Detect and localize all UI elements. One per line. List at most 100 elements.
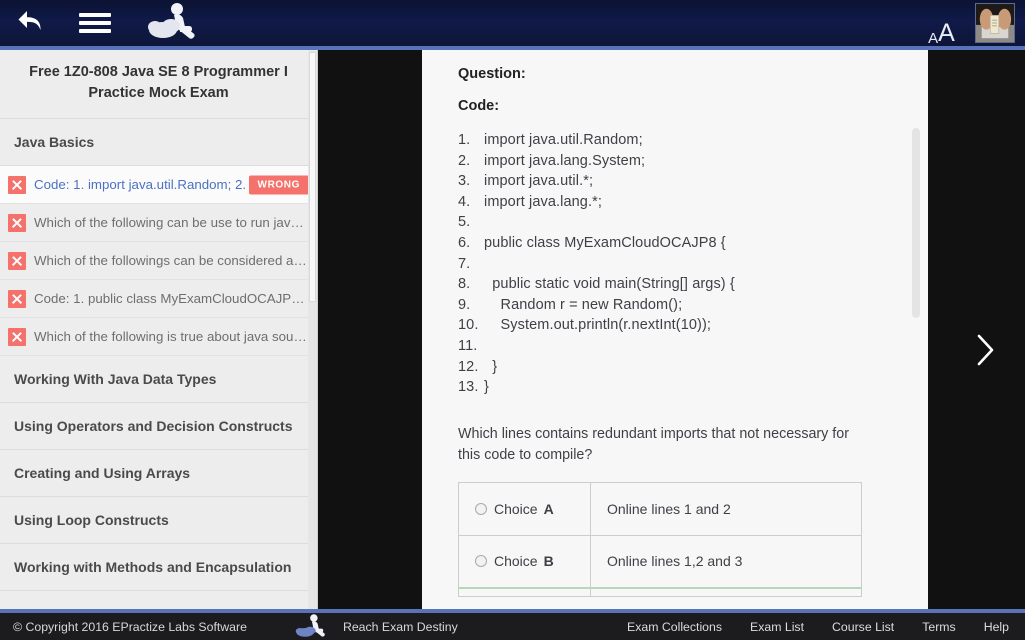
code-line-text: import java.lang.System; bbox=[484, 152, 646, 169]
sidebar-question-3[interactable]: Which of the followings can be considere… bbox=[0, 242, 317, 281]
choice-b-text[interactable]: Online lines 1,2 and 3 bbox=[590, 534, 862, 589]
content-scrollbar-thumb[interactable] bbox=[912, 128, 920, 318]
choice-prefix: Choice bbox=[494, 553, 538, 570]
font-size-large-label: A bbox=[938, 19, 955, 47]
code-line-text: } bbox=[484, 379, 489, 396]
back-arrow-icon bbox=[17, 8, 45, 39]
code-line-number: 7. bbox=[458, 255, 471, 272]
sidebar-section-java-basics[interactable]: Java Basics bbox=[0, 119, 317, 167]
choice-c-text[interactable] bbox=[590, 587, 862, 597]
choice-prefix: Choice bbox=[494, 500, 538, 517]
choice-a-key[interactable]: Choice A bbox=[458, 481, 591, 536]
sidebar-section-data-types[interactable]: Working With Java Data Types bbox=[0, 356, 317, 404]
footer-link-course-list[interactable]: Course List bbox=[832, 620, 894, 634]
code-line-number: 13. bbox=[458, 379, 479, 396]
code-line: 1. import java.util.Random; bbox=[458, 130, 900, 151]
sidebar-section-loops[interactable]: Using Loop Constructs bbox=[0, 497, 317, 545]
code-heading: Code: bbox=[458, 98, 500, 114]
app-logo-button[interactable] bbox=[138, 0, 210, 46]
code-line-number: 10. bbox=[458, 317, 479, 334]
table-row[interactable]: Choice B Online lines 1,2 and 3 bbox=[458, 534, 862, 589]
sidebar-section-arrays[interactable]: Creating and Using Arrays bbox=[0, 450, 317, 498]
avatar[interactable] bbox=[975, 3, 1015, 43]
code-line-text: import java.util.Random; bbox=[484, 132, 643, 148]
footer-link-terms[interactable]: Terms bbox=[922, 620, 955, 634]
code-line-text: public class MyExamCloudOCAJP8 { bbox=[484, 234, 726, 251]
code-line: 13.} bbox=[458, 377, 900, 398]
wrong-x-icon bbox=[8, 289, 26, 308]
code-line-text: import java.lang.*; bbox=[484, 193, 602, 210]
chevron-right-icon bbox=[974, 333, 996, 367]
footer-link-exam-list[interactable]: Exam List bbox=[750, 620, 804, 634]
font-size-button[interactable]: AA bbox=[913, 0, 969, 47]
code-line: 3. import java.util.*; bbox=[458, 171, 900, 192]
code-line: 11. bbox=[458, 336, 900, 357]
code-line: 5. bbox=[458, 212, 900, 233]
footer-bar: © Copyright 2016 EPractize Labs Software bbox=[0, 613, 1025, 640]
question-content-inner: Question: Code: 1. import java.util.Rando… bbox=[422, 50, 928, 597]
code-line-text: import java.util.*; bbox=[484, 173, 594, 190]
back-button[interactable] bbox=[0, 0, 62, 46]
sidebar-question-label: Which of the followings can be considere… bbox=[34, 253, 309, 269]
wrong-x-icon bbox=[8, 251, 26, 270]
sidebar-scrollbar[interactable] bbox=[308, 50, 317, 613]
choice-c-key[interactable] bbox=[458, 587, 591, 597]
code-line: 10. System.out.println(r.nextInt(10)); bbox=[458, 315, 900, 336]
radio-button-b[interactable] bbox=[475, 555, 487, 568]
radio-button-a[interactable] bbox=[475, 502, 487, 515]
code-line-text: System.out.println(r.nextInt(10)); bbox=[484, 317, 712, 334]
footer-link-help[interactable]: Help bbox=[984, 620, 1009, 634]
sidebar-question-label: Which of the following can be use to run… bbox=[34, 215, 309, 231]
code-line-number: 4. bbox=[458, 193, 471, 210]
sidebar-section-operators[interactable]: Using Operators and Decision Constructs bbox=[0, 403, 317, 451]
sidebar-question-2[interactable]: Which of the following can be use to run… bbox=[0, 204, 317, 243]
code-line-number: 9. bbox=[458, 296, 471, 313]
code-line-number: 6. bbox=[458, 234, 471, 251]
hamburger-menu-button[interactable] bbox=[64, 0, 126, 46]
footer-tagline: Reach Exam Destiny bbox=[342, 619, 458, 634]
status-badge: WRONG bbox=[248, 175, 309, 195]
code-line-number: 11. bbox=[458, 337, 478, 354]
wrong-x-icon bbox=[8, 175, 26, 194]
code-line: 6. public class MyExamCloudOCAJP8 { bbox=[458, 233, 900, 254]
choice-a-text[interactable]: Online lines 1 and 2 bbox=[590, 481, 862, 536]
sidebar-section-methods[interactable]: Working with Methods and Encapsulation bbox=[0, 544, 317, 592]
code-line-text: } bbox=[484, 358, 498, 375]
hamburger-menu-icon bbox=[79, 9, 111, 37]
exam-sidebar: Free 1Z0-808 Java SE 8 Programmer I Prac… bbox=[0, 50, 318, 613]
sidebar-question-label: Which of the following is true about jav… bbox=[34, 329, 309, 345]
examcloud-logo-icon bbox=[295, 613, 329, 640]
code-line-text: public static void main(String[] args) { bbox=[484, 276, 735, 293]
footer-logo bbox=[295, 613, 329, 640]
code-line-number: 3. bbox=[458, 173, 471, 190]
sidebar-question-label: Code: 1. public class MyExamCloudOCAJP8 … bbox=[34, 291, 309, 307]
sidebar-question-5[interactable]: Which of the following is true about jav… bbox=[0, 318, 317, 357]
code-line-number: 5. bbox=[458, 214, 471, 231]
choice-letter: B bbox=[543, 553, 554, 570]
code-line-number: 1. bbox=[458, 132, 471, 148]
question-heading: Question: bbox=[458, 66, 526, 82]
page-title: Free 1Z0-808 Java SE 8 Programmer I Prac… bbox=[0, 50, 317, 120]
sidebar-scrollbar-thumb[interactable] bbox=[309, 52, 316, 302]
code-listing: 1. import java.util.Random; 2. import java… bbox=[458, 130, 900, 398]
next-question-button[interactable] bbox=[967, 330, 1003, 370]
sidebar-question-4[interactable]: Code: 1. public class MyExamCloudOCAJP8 … bbox=[0, 280, 317, 319]
choice-b-key[interactable]: Choice B bbox=[458, 534, 591, 589]
code-line-number: 12. bbox=[458, 358, 479, 375]
code-line: 2. import java.lang.System; bbox=[458, 151, 900, 172]
wrong-x-icon bbox=[8, 327, 26, 346]
code-line: 8. public static void main(String[] args… bbox=[458, 274, 900, 295]
wrong-x-icon bbox=[8, 213, 26, 232]
copyright-text: © Copyright 2016 EPractize Labs Software bbox=[13, 619, 247, 634]
table-row[interactable]: Choice A Online lines 1 and 2 bbox=[458, 481, 862, 536]
app-root: AA Free 1Z0-808 Java SE 8 Programmer I P… bbox=[0, 0, 1025, 640]
top-navigation-bar: AA bbox=[0, 0, 1025, 46]
choice-letter: A bbox=[543, 500, 554, 517]
table-row-partial[interactable] bbox=[458, 587, 862, 597]
examcloud-logo-icon bbox=[147, 1, 201, 46]
content-scrollbar[interactable] bbox=[912, 128, 920, 548]
footer-link-exam-collections[interactable]: Exam Collections bbox=[627, 620, 722, 634]
sidebar-question-1[interactable]: Code: 1. import java.util.Random; 2. im … bbox=[0, 166, 317, 205]
font-size-small-label: A bbox=[928, 30, 939, 47]
code-line: 12. } bbox=[458, 357, 900, 378]
